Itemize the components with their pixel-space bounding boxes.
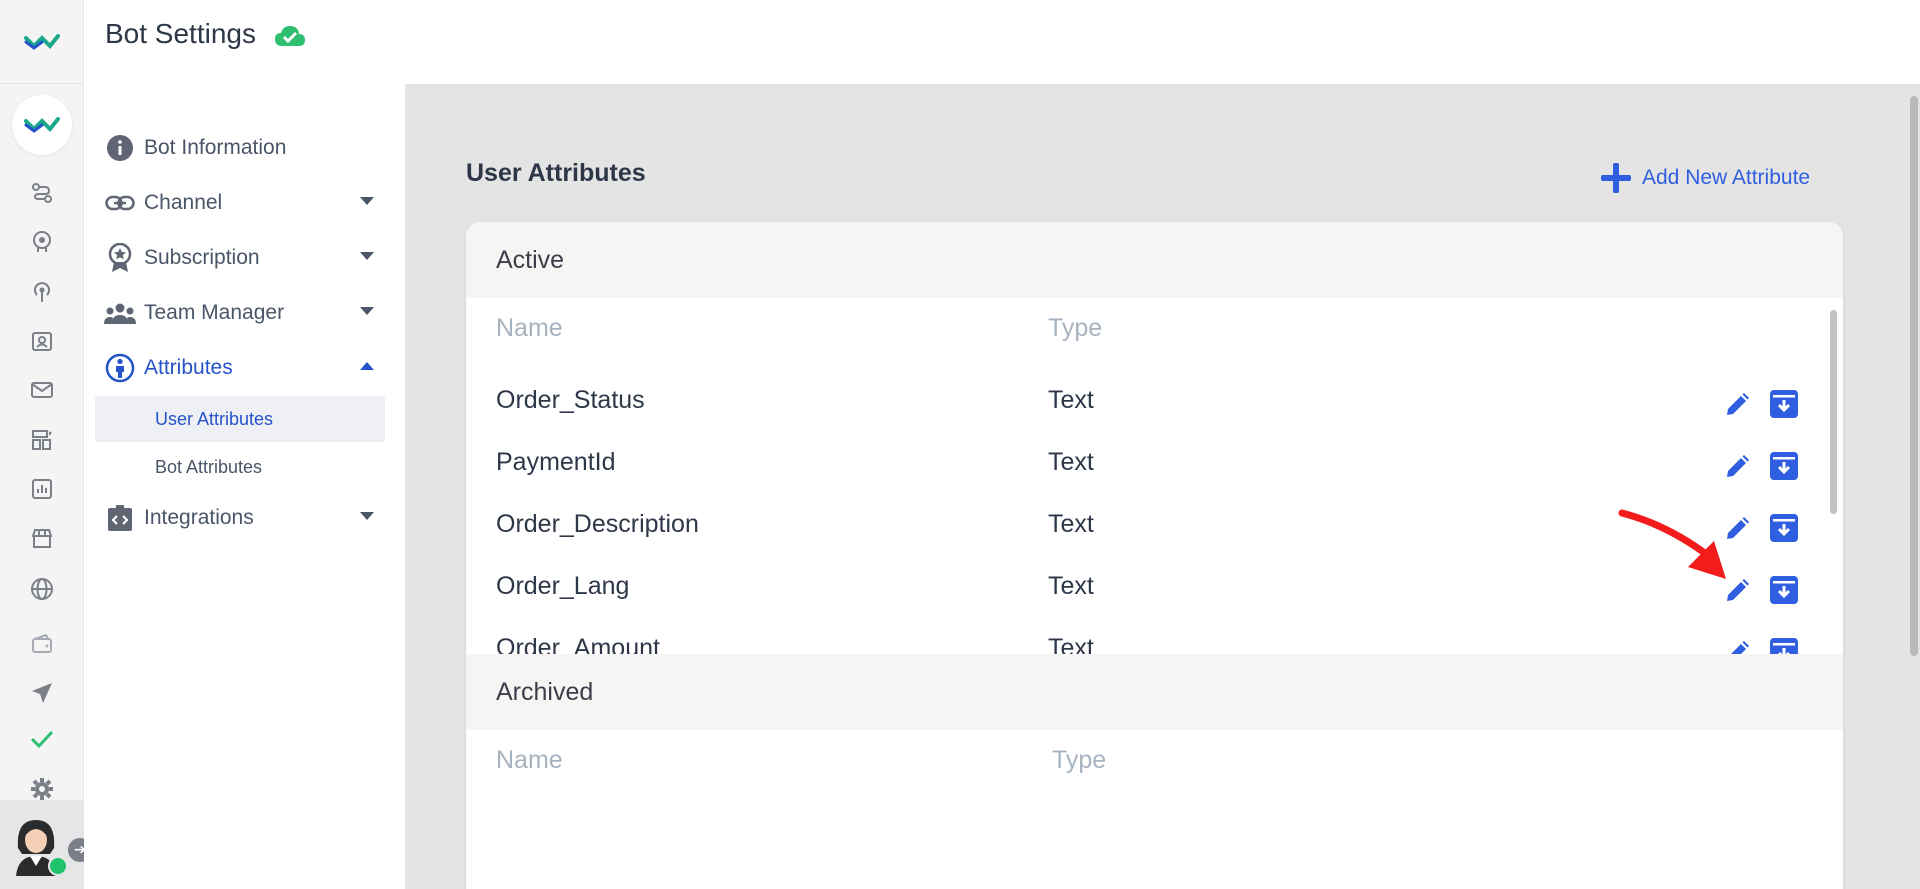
badge-icon [100, 238, 140, 278]
archived-col-name: Name [496, 746, 563, 774]
active-group-heading: Active [466, 222, 1843, 298]
bot-avatar-icon[interactable] [12, 95, 72, 155]
page-header: Bot Settings [84, 0, 1920, 84]
nav-label: Team Manager [144, 301, 285, 324]
send-icon[interactable] [22, 673, 62, 713]
left-rail: ➔ [0, 0, 92, 889]
check-icon[interactable] [22, 719, 62, 759]
attribute-name: Order_Status [496, 386, 645, 414]
nav-bot-information[interactable]: Bot Information [94, 128, 384, 168]
archive-icon[interactable] [1768, 450, 1800, 482]
pencil-icon[interactable] [1722, 638, 1752, 654]
analytics-icon[interactable] [22, 469, 62, 509]
archive-icon[interactable] [1768, 388, 1800, 420]
person-icon [100, 348, 140, 388]
pencil-icon[interactable] [1722, 390, 1752, 420]
online-status-dot [48, 856, 68, 876]
table-row: PaymentId Text [466, 434, 1843, 496]
attribute-type: Text [1048, 510, 1094, 538]
table-row: Order_Status Text [466, 372, 1843, 434]
chevron-down-icon [360, 307, 374, 315]
table-row: Order_Amount Text [466, 620, 1843, 654]
archive-icon[interactable] [1768, 574, 1800, 606]
info-icon [100, 128, 140, 168]
attribute-name: Order_Lang [496, 572, 630, 600]
attribute-type: Text [1048, 572, 1094, 600]
add-new-attribute-button[interactable]: Add New Attribute [1598, 160, 1810, 196]
chevron-down-icon [360, 252, 374, 260]
nav-integrations[interactable]: Integrations [94, 498, 384, 538]
dashboard-icon[interactable] [22, 420, 62, 460]
nav-label: Attributes [144, 356, 233, 379]
subnav-user-attributes[interactable]: User Attributes [95, 396, 385, 442]
wallet-icon[interactable] [22, 624, 62, 664]
contacts-icon[interactable] [22, 321, 62, 361]
rows-scrollbar[interactable] [1830, 310, 1837, 514]
attribute-name: Order_Amount [496, 634, 660, 654]
nav-label: Channel [144, 191, 223, 214]
nav-attributes[interactable]: Attributes [94, 348, 384, 388]
logo-icon[interactable] [0, 0, 84, 84]
plus-icon [1598, 160, 1634, 196]
pencil-icon[interactable] [1722, 452, 1752, 482]
attribute-type: Text [1048, 634, 1094, 654]
archived-group-heading: Archived [466, 654, 1843, 730]
add-button-label: Add New Attribute [1642, 166, 1811, 189]
user-profile[interactable]: ➔ [0, 800, 92, 889]
subnav-bot-attributes[interactable]: Bot Attributes [95, 444, 385, 490]
page-title: Bot Settings [105, 18, 256, 49]
attribute-name: PaymentId [496, 448, 616, 476]
nav-team-manager[interactable]: Team Manager [94, 293, 384, 333]
attribute-type: Text [1048, 386, 1094, 414]
main-content: User Attributes Add New Attribute Active… [405, 84, 1920, 889]
brain-icon[interactable] [22, 222, 62, 262]
chevron-down-icon [360, 197, 374, 205]
nav-channel[interactable]: Channel [94, 183, 384, 223]
annotation-arrow-icon [1618, 509, 1726, 579]
broadcast-icon[interactable] [22, 272, 62, 312]
settings-nav: Bot Information Channel Subscription Tea… [84, 84, 405, 889]
nav-label: Integrations [144, 506, 254, 529]
store-icon[interactable] [22, 518, 62, 558]
link-icon [100, 183, 140, 223]
globe-icon[interactable] [22, 569, 62, 609]
code-icon [100, 498, 140, 538]
archive-icon[interactable] [1768, 636, 1800, 654]
archived-col-type: Type [1052, 746, 1107, 774]
nav-subscription[interactable]: Subscription [94, 238, 384, 278]
chevron-down-icon [360, 512, 374, 520]
section-title: User Attributes [466, 159, 646, 187]
page-scrollbar[interactable] [1910, 96, 1918, 656]
nav-label: Bot Information [144, 136, 287, 159]
active-col-type: Type [1048, 314, 1103, 342]
nav-label: Subscription [144, 246, 260, 269]
attribute-name: Order_Description [496, 510, 699, 538]
flow-icon[interactable] [22, 173, 62, 213]
chevron-up-icon [360, 362, 374, 370]
cloud-check-icon [274, 24, 306, 52]
team-icon [100, 293, 140, 333]
archive-icon[interactable] [1768, 512, 1800, 544]
mail-icon[interactable] [22, 370, 62, 410]
active-col-name: Name [496, 314, 563, 342]
attribute-type: Text [1048, 448, 1094, 476]
